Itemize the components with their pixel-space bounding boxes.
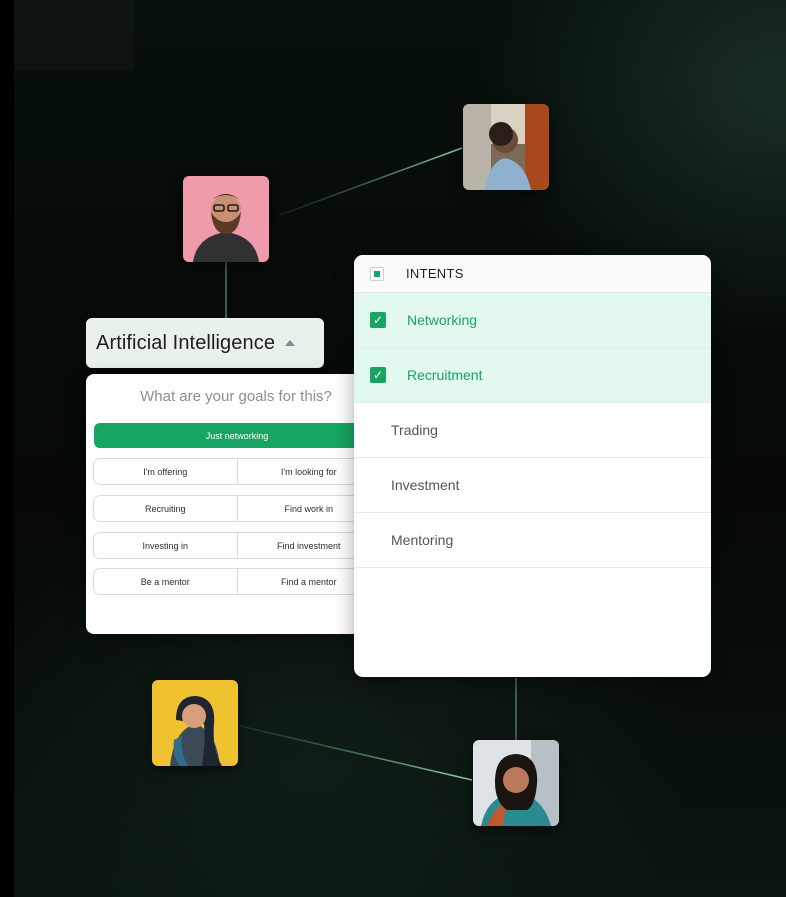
check-icon[interactable]: ✓ bbox=[370, 312, 386, 328]
recruiting-option[interactable]: Recruiting bbox=[94, 496, 237, 521]
intent-row-trading[interactable]: Trading bbox=[354, 403, 711, 458]
intent-row-networking[interactable]: ✓ Networking bbox=[354, 293, 711, 348]
goal-row: Investing in Find investment bbox=[93, 532, 381, 559]
avatar-woman-city bbox=[463, 104, 549, 190]
avatar-woman-yellow bbox=[152, 680, 238, 766]
intent-row-mentoring[interactable]: Mentoring bbox=[354, 513, 711, 568]
goal-row: I'm offering I'm looking for bbox=[93, 458, 381, 485]
intent-label: Trading bbox=[391, 422, 438, 438]
intent-row-investment[interactable]: Investment bbox=[354, 458, 711, 513]
select-all-checkbox[interactable] bbox=[370, 266, 384, 281]
goal-row: Be a mentor Find a mentor bbox=[93, 568, 381, 595]
goals-card: What are your goals for this? Just netwo… bbox=[86, 374, 386, 634]
check-icon[interactable]: ✓ bbox=[370, 367, 386, 383]
intents-title: INTENTS bbox=[406, 266, 464, 281]
avatar-bearded-man bbox=[183, 176, 269, 262]
just-networking-button[interactable]: Just networking bbox=[94, 423, 380, 448]
avatar-woman-smiling bbox=[473, 740, 559, 826]
topic-chip[interactable]: Artificial Intelligence bbox=[86, 318, 324, 368]
intent-row-recruitment[interactable]: ✓ Recruitment bbox=[354, 348, 711, 403]
intents-panel: INTENTS ✓ Networking ✓ Recruitment Tradi… bbox=[354, 255, 711, 677]
investing-option[interactable]: Investing in bbox=[94, 533, 237, 558]
be-mentor-option[interactable]: Be a mentor bbox=[94, 569, 237, 594]
offering-option[interactable]: I'm offering bbox=[94, 459, 237, 484]
goal-row: Recruiting Find work in bbox=[93, 495, 381, 522]
intent-label: Mentoring bbox=[391, 532, 454, 548]
caret-up-icon bbox=[285, 340, 296, 346]
intents-header: INTENTS bbox=[354, 255, 711, 293]
goals-question: What are your goals for this? bbox=[140, 388, 332, 405]
intent-label: Recruitment bbox=[407, 367, 483, 383]
intent-label: Networking bbox=[407, 312, 478, 328]
topic-label: Artificial Intelligence bbox=[96, 331, 276, 354]
intents-empty-area bbox=[354, 568, 711, 677]
intent-label: Investment bbox=[391, 477, 460, 493]
